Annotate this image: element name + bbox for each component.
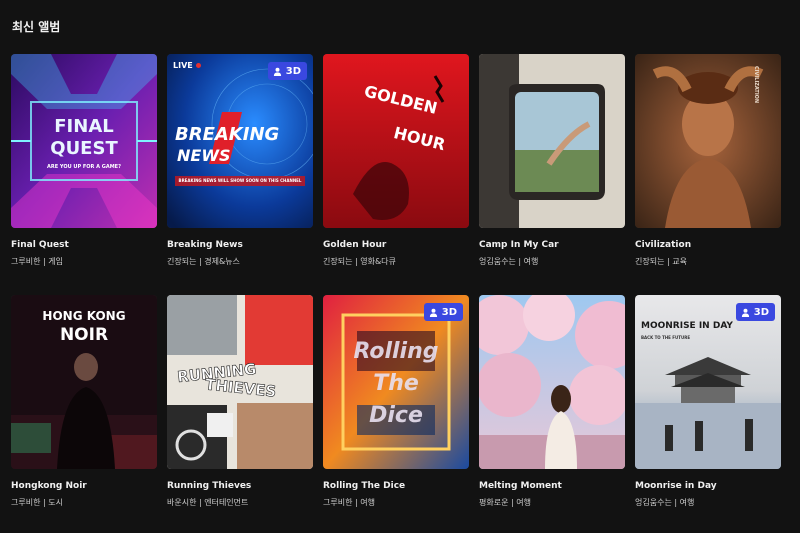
album-cover[interactable]: RUNNING THIEVES [167, 295, 313, 469]
3d-label: 3D [753, 306, 769, 318]
album-art-title-line1: BREAKING [175, 124, 280, 145]
album-art-title-line2: The [373, 371, 419, 396]
album-art-title-line1: HONG KONG [42, 309, 126, 323]
album-meta: 그루비한 | 게임 [11, 257, 63, 266]
album-art-subtitle: ARE YOU UP FOR A GAME? [47, 164, 121, 170]
album-art-subtitle: CIVILIZATION [753, 66, 759, 104]
album-grid: FINAL QUEST ARE YOU UP FOR A GAME? Final… [11, 54, 781, 508]
person-icon [741, 308, 749, 317]
album-title[interactable]: Civilization [635, 240, 781, 250]
album-card-camp-in-my-car[interactable]: Camp In My Car 엉김움수는 | 여행 [479, 54, 625, 267]
3d-label: 3D [285, 65, 301, 77]
album-art-subtitle: BREAKING NEWS WILL SHOW SOON ON THIS CHA… [178, 178, 302, 183]
live-dot-icon [195, 63, 201, 68]
album-title[interactable]: Hongkong Noir [11, 481, 157, 491]
album-cover[interactable]: GOLDEN HOUR [323, 54, 469, 228]
album-card-melting-moment[interactable]: Melting Moment 평화로운 | 여행 [479, 295, 625, 508]
album-title[interactable]: Breaking News [167, 240, 313, 250]
3d-badge: 3D [423, 303, 463, 321]
album-card-civilization[interactable]: CIVILIZATION Civilization 긴장되는 | 교육 [635, 54, 781, 267]
album-meta: 그루비한 | 여행 [323, 498, 375, 507]
album-title[interactable]: Moonrise in Day [635, 481, 781, 491]
album-meta: 긴장되는 | 경제&뉴스 [167, 257, 240, 266]
album-title[interactable]: Final Quest [11, 240, 157, 250]
album-title[interactable]: Running Thieves [167, 481, 313, 491]
album-card-golden-hour[interactable]: GOLDEN HOUR Golden Hour 긴장되는 | 영화&다큐 [323, 54, 469, 267]
person-icon [429, 308, 437, 317]
album-art-title-line3: Dice [369, 403, 423, 428]
album-meta: 그루비한 | 도시 [11, 498, 63, 507]
3d-badge: 3D [267, 62, 307, 80]
3d-label: 3D [441, 306, 457, 318]
album-card-breaking-news[interactable]: LIVE 3D BREAKING NEWS BREAKING NEWS WILL… [167, 54, 313, 267]
live-badge: LIVE [173, 61, 201, 70]
album-art-melting-moment [479, 295, 625, 469]
album-title[interactable]: Golden Hour [323, 240, 469, 250]
album-art-civilization [635, 54, 781, 228]
album-meta: 긴장되는 | 영화&다큐 [323, 257, 396, 266]
album-art-title-line1: Rolling [353, 339, 439, 364]
live-label: LIVE [173, 61, 193, 70]
album-meta: 바운시한 | 엔터테인먼트 [167, 498, 249, 507]
album-art-title-line1: FINAL [54, 116, 114, 137]
album-art-title-line2: QUEST [50, 138, 118, 159]
album-meta: 엉김움수는 | 여행 [635, 498, 695, 507]
album-title[interactable]: Rolling The Dice [323, 481, 469, 491]
album-meta: 평화로운 | 여행 [479, 498, 531, 507]
album-meta: 엉김움수는 | 여행 [479, 257, 539, 266]
album-art-subtitle: BACK TO THE FUTURE [641, 335, 691, 340]
album-card-running-thieves[interactable]: RUNNING THIEVES Running Thieves 바운시한 | 엔… [167, 295, 313, 508]
album-card-moonrise-in-day[interactable]: 3D MOONRISE IN DAY BACK TO THE FUTURE Mo… [635, 295, 781, 508]
album-art-title-line2: NEWS [177, 146, 231, 165]
album-art-title-line2: NOIR [59, 325, 109, 345]
album-card-rolling-the-dice[interactable]: 3D Rolling The Dice Rolling The Dice 그루비… [323, 295, 469, 508]
3d-badge: 3D [735, 303, 775, 321]
album-title[interactable]: Camp In My Car [479, 240, 625, 250]
album-cover[interactable] [479, 295, 625, 469]
album-meta: 긴장되는 | 교육 [635, 257, 687, 266]
album-cover[interactable] [479, 54, 625, 228]
album-art-title-line1: MOONRISE IN DAY [641, 321, 733, 331]
album-card-hongkong-noir[interactable]: HONG KONG NOIR Hongkong Noir 그루비한 | 도시 [11, 295, 157, 508]
album-card-final-quest[interactable]: FINAL QUEST ARE YOU UP FOR A GAME? Final… [11, 54, 157, 267]
album-cover[interactable]: LIVE 3D BREAKING NEWS BREAKING NEWS WILL… [167, 54, 313, 228]
album-title[interactable]: Melting Moment [479, 481, 625, 491]
album-cover[interactable]: CIVILIZATION [635, 54, 781, 228]
album-cover[interactable]: 3D Rolling The Dice [323, 295, 469, 469]
album-cover[interactable]: 3D MOONRISE IN DAY BACK TO THE FUTURE [635, 295, 781, 469]
section-title: 최신 앨범 [12, 20, 61, 34]
album-cover[interactable]: FINAL QUEST ARE YOU UP FOR A GAME? [11, 54, 157, 228]
album-art-camp-in-my-car [479, 54, 625, 228]
person-icon [273, 67, 281, 76]
album-cover[interactable]: HONG KONG NOIR [11, 295, 157, 469]
